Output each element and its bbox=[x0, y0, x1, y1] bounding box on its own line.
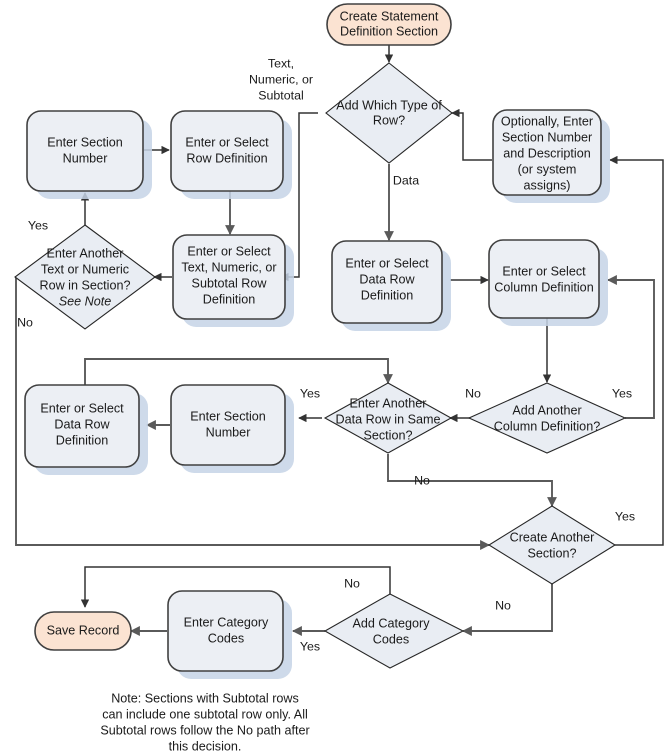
enter-section-number-mid-line2: Number bbox=[206, 425, 251, 439]
edge-label-text: Text, bbox=[268, 56, 294, 70]
data-row-left-line2: Data Row bbox=[54, 417, 110, 431]
enter-section-number-top-line1: Enter Section bbox=[47, 135, 123, 149]
node-enter-section-number-top[interactable]: Enter Section Number bbox=[26, 110, 152, 199]
node-enter-text-numeric-subtotal-row-definition[interactable]: Enter or Select Text, Numeric, or Subtot… bbox=[172, 234, 294, 327]
edge-label-no-column-def: No bbox=[465, 386, 481, 400]
edge-label-no-data-row: No bbox=[414, 473, 430, 487]
note-line2: can include one subtotal row only. All bbox=[102, 707, 308, 721]
node-create-statement-definition-section[interactable]: Create Statement Definition Section bbox=[326, 3, 452, 46]
optionally-enter-line3: and Description bbox=[503, 146, 591, 160]
enter-subtotal-row-line3: Subtotal Row bbox=[192, 276, 268, 290]
save-record-label: Save Record bbox=[47, 623, 120, 637]
optionally-enter-line5: assigns) bbox=[524, 178, 571, 192]
enter-another-text-see-note: See Note bbox=[59, 294, 112, 308]
flowchart-canvas: Create Statement Definition Section Add … bbox=[0, 0, 671, 755]
enter-row-definition-line1: Enter or Select bbox=[185, 135, 269, 149]
data-row-center-line2: Data Row bbox=[359, 272, 415, 286]
enter-another-text-decision-shape bbox=[14, 224, 156, 330]
node-enter-or-select-column-definition[interactable]: Enter or Select Column Definition bbox=[488, 239, 608, 326]
node-add-another-column-definition[interactable]: Add Another Column Definition? bbox=[467, 382, 627, 454]
edge-label-no-create-section: No bbox=[495, 598, 511, 612]
add-category-codes-line1: Add Category bbox=[352, 616, 430, 630]
node-enter-another-text-or-numeric-row[interactable]: Enter Another Text or Numeric Row in Sec… bbox=[14, 224, 156, 330]
data-row-left-line3: Definition bbox=[56, 433, 109, 447]
column-definition-shape bbox=[488, 239, 600, 319]
note-line3: Subtotal rows follow the No path after bbox=[100, 723, 309, 737]
add-another-column-line1: Add Another bbox=[512, 403, 581, 417]
flowchart-svg: Create Statement Definition Section Add … bbox=[14, 3, 664, 753]
create-another-section-decision-shape bbox=[487, 505, 617, 585]
edge-label-yes-category-codes: Yes bbox=[300, 639, 320, 653]
edge-label-yes-data-row: Yes bbox=[300, 386, 320, 400]
edge-label-yes-column-def: Yes bbox=[612, 386, 632, 400]
connector-anotherdatarow-no-to-createsection bbox=[387, 454, 557, 507]
node-add-category-codes[interactable]: Add Category Codes bbox=[323, 593, 465, 669]
enter-another-data-row-line2: Data Row in Same bbox=[336, 412, 441, 426]
create-another-section-line1: Create Another bbox=[510, 530, 595, 544]
connector-datarowleft-to-anotherdatarow bbox=[84, 358, 393, 385]
create-another-section-line2: Section? bbox=[527, 546, 576, 560]
edge-label-no-category-codes: No bbox=[344, 576, 360, 590]
enter-another-text-line1: Enter Another bbox=[46, 246, 123, 260]
node-create-another-section[interactable]: Create Another Section? bbox=[487, 505, 617, 585]
add-another-column-decision-shape bbox=[467, 382, 627, 454]
node-enter-or-select-data-row-definition-left[interactable]: Enter or Select Data Row Definition bbox=[24, 384, 148, 475]
node-optionally-enter-section-number[interactable]: Optionally, Enter Section Number and Des… bbox=[492, 109, 610, 203]
data-row-center-line3: Definition bbox=[361, 288, 414, 302]
data-row-center-line1: Enter or Select bbox=[345, 256, 429, 270]
edge-label-no-text-numeric: No bbox=[17, 315, 33, 329]
optionally-enter-line4: (or system bbox=[518, 162, 577, 176]
edge-label-yes-create-section: Yes bbox=[615, 509, 635, 523]
column-definition-line2: Column Definition bbox=[494, 280, 593, 294]
connector-optionally-to-addtype bbox=[451, 108, 492, 161]
optionally-enter-line1: Optionally, Enter bbox=[501, 114, 593, 128]
note-block: Note: Sections with Subtotal rows can in… bbox=[100, 691, 309, 753]
node-enter-category-codes[interactable]: Enter Category Codes bbox=[167, 590, 292, 679]
edge-label-numeric-or: Numeric, or bbox=[249, 72, 313, 86]
edge-label-yes-text-numeric: Yes bbox=[28, 218, 48, 232]
enter-subtotal-row-line4: Definition bbox=[203, 292, 256, 306]
edge-label-subtotal: Subtotal bbox=[258, 88, 303, 102]
enter-another-data-row-line1: Enter Another bbox=[349, 396, 426, 410]
add-category-codes-line2: Codes bbox=[373, 632, 409, 646]
node-add-which-type-of-row[interactable]: Add Which Type of Row? bbox=[325, 62, 453, 164]
node-enter-or-select-data-row-definition-center[interactable]: Enter or Select Data Row Definition bbox=[331, 240, 451, 331]
add-category-codes-decision-shape bbox=[323, 593, 465, 669]
start-label-line2: Definition Section bbox=[340, 24, 438, 38]
add-another-column-line2: Column Definition? bbox=[494, 419, 600, 433]
data-row-left-line1: Enter or Select bbox=[40, 401, 124, 415]
enter-subtotal-row-line2: Text, Numeric, or bbox=[181, 260, 276, 274]
enter-another-data-row-line3: Section? bbox=[363, 428, 412, 442]
enter-section-number-top-line2: Number bbox=[63, 151, 108, 165]
enter-another-text-line3: Row in Section? bbox=[39, 278, 130, 292]
note-line4: this decision. bbox=[169, 739, 242, 753]
enter-section-number-mid-line1: Enter Section bbox=[190, 409, 266, 423]
add-which-type-line2: Row? bbox=[373, 113, 405, 127]
connector-createsection-yes-to-optionally bbox=[609, 155, 664, 546]
enter-another-text-line2: Text or Numeric bbox=[41, 262, 129, 276]
start-label-line1: Create Statement bbox=[340, 9, 439, 23]
enter-category-codes-line1: Enter Category bbox=[184, 615, 269, 629]
optionally-enter-line2: Section Number bbox=[502, 130, 592, 144]
enter-category-codes-line2: Codes bbox=[208, 631, 244, 645]
edge-label-data: Data bbox=[393, 173, 419, 187]
node-enter-section-number-mid[interactable]: Enter Section Number bbox=[170, 384, 294, 473]
note-line1: Note: Sections with Subtotal rows bbox=[111, 691, 299, 705]
node-enter-or-select-row-definition[interactable]: Enter or Select Row Definition bbox=[170, 110, 292, 199]
node-save-record[interactable]: Save Record bbox=[34, 611, 132, 651]
add-which-type-line1: Add Which Type of bbox=[336, 98, 442, 112]
enter-row-definition-line2: Row Definition bbox=[186, 151, 267, 165]
column-definition-line1: Enter or Select bbox=[502, 264, 586, 278]
enter-subtotal-row-line1: Enter or Select bbox=[187, 244, 271, 258]
node-enter-another-data-row-same-section[interactable]: Enter Another Data Row in Same Section? bbox=[323, 382, 453, 454]
